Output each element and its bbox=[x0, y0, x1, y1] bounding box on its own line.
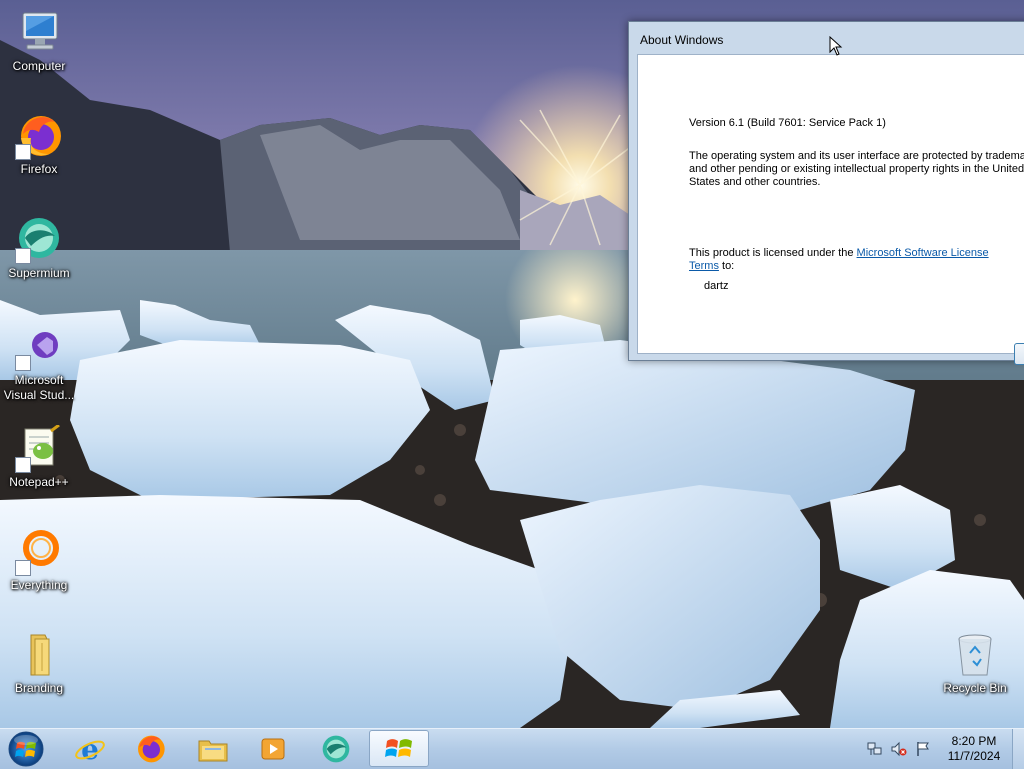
action-center-flag-icon[interactable] bbox=[915, 741, 931, 757]
license-terms-link[interactable]: Microsoft Software License bbox=[857, 247, 989, 259]
protection-text-line-3: States and other countries. bbox=[689, 176, 821, 188]
desktop-icon-notepad-plus-plus[interactable]: Notepad++ bbox=[1, 425, 77, 490]
clock-date: 11/7/2024 bbox=[947, 749, 1001, 763]
windows-flag-icon bbox=[385, 738, 412, 757]
windows-start-orb-icon bbox=[8, 731, 44, 767]
desktop-icon-label: Recycle Bin bbox=[943, 681, 1007, 695]
desktop-icon-label: Branding bbox=[14, 681, 64, 695]
desktop-icon-branding[interactable]: Branding bbox=[1, 631, 77, 696]
firefox-icon bbox=[15, 112, 63, 160]
license-terms-link-continued[interactable]: Terms bbox=[689, 260, 719, 272]
shortcut-arrow-icon bbox=[15, 560, 31, 576]
desktop-icon-recycle-bin[interactable]: Recycle Bin bbox=[937, 631, 1013, 696]
shortcut-arrow-icon bbox=[15, 457, 31, 473]
mouse-cursor-icon bbox=[829, 35, 843, 59]
window-title: About Windows bbox=[640, 33, 724, 47]
taskbar-windows-explorer[interactable] bbox=[185, 730, 241, 767]
start-button[interactable] bbox=[4, 730, 48, 768]
desktop-icon-label: Firefox bbox=[20, 162, 58, 176]
taskbar-firefox[interactable] bbox=[122, 730, 178, 767]
recycle-bin-icon bbox=[951, 631, 999, 679]
shortcut-arrow-icon bbox=[15, 144, 31, 160]
firefox-icon bbox=[138, 735, 165, 762]
licensed-user-name: dartz bbox=[704, 280, 729, 292]
taskbar-supermium[interactable] bbox=[308, 730, 364, 767]
desktop-icon-computer[interactable]: Computer bbox=[1, 9, 77, 74]
desktop-icon-label: Computer bbox=[12, 59, 66, 73]
dialog-body: Version 6.1 (Build 7601: Service Pack 1)… bbox=[637, 54, 1024, 365]
shortcut-arrow-icon bbox=[15, 248, 31, 264]
desktop-icon-firefox[interactable]: Firefox bbox=[1, 112, 77, 177]
media-player-icon bbox=[261, 738, 285, 759]
volume-muted-icon[interactable] bbox=[891, 741, 907, 757]
notepad-plus-plus-icon bbox=[15, 425, 63, 473]
version-text: Version 6.1 (Build 7601: Service Pack 1) bbox=[689, 117, 886, 129]
desktop-icon-label: Supermium bbox=[8, 266, 70, 280]
taskbar-internet-explorer[interactable]: e bbox=[62, 730, 118, 767]
desktop-icon-visual-studio[interactable]: Microsoft Visual Stud... bbox=[1, 323, 77, 403]
svg-text:e: e bbox=[81, 733, 99, 765]
supermium-icon bbox=[322, 735, 350, 762]
network-icon[interactable] bbox=[867, 741, 883, 757]
about-windows-dialog[interactable]: About Windows Version 6.1 (Build 7601: S… bbox=[628, 21, 1024, 365]
desktop-icon-everything[interactable]: Everything bbox=[1, 528, 77, 593]
shortcut-arrow-icon bbox=[15, 355, 31, 371]
license-text-line-2: Terms to: bbox=[689, 260, 734, 273]
license-suffix: to: bbox=[718, 260, 735, 272]
folder-icon bbox=[15, 631, 63, 679]
desktop-icon-label: Notepad++ bbox=[9, 475, 69, 489]
show-desktop-button[interactable] bbox=[1012, 729, 1024, 769]
license-prefix: This product is licensed under the bbox=[689, 247, 857, 259]
ok-button[interactable] bbox=[1014, 343, 1024, 365]
file-explorer-icon bbox=[198, 740, 228, 761]
desktop-icon-supermium[interactable]: Supermium bbox=[1, 216, 77, 281]
supermium-icon bbox=[15, 216, 63, 264]
clock-time: 8:20 PM bbox=[951, 734, 997, 748]
protection-text-line-1: The operating system and its user interf… bbox=[689, 150, 1024, 162]
taskbar-media-player[interactable] bbox=[245, 730, 301, 767]
visual-studio-icon bbox=[15, 323, 63, 371]
system-clock[interactable]: 8:20 PM 11/7/2024 bbox=[938, 734, 1010, 764]
everything-search-icon bbox=[15, 528, 63, 576]
desktop-icon-label: Microsoft Visual Stud... bbox=[3, 373, 75, 402]
desktop-icon-label: Everything bbox=[10, 578, 68, 592]
taskbar-about-windows[interactable] bbox=[369, 730, 429, 767]
taskbar: e 8:20 PM 11/7/2024 bbox=[0, 728, 1024, 769]
computer-icon bbox=[15, 9, 63, 57]
internet-explorer-icon: e bbox=[75, 733, 105, 765]
license-text: This product is licensed under the Micro… bbox=[689, 247, 989, 260]
protection-text-line-2: and other pending or existing intellectu… bbox=[689, 163, 1024, 175]
